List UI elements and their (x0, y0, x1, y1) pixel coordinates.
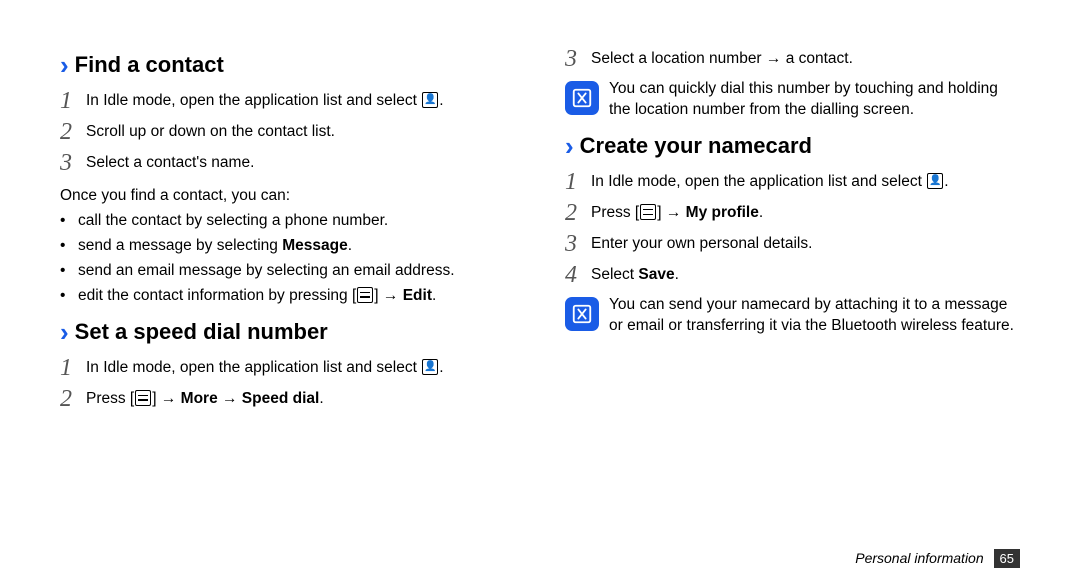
paragraph: Once you find a contact, you can: (60, 187, 515, 205)
bullet-dot: • (60, 211, 78, 232)
bullet-item: • edit the contact information by pressi… (60, 286, 515, 307)
heading-title: Find a contact (75, 52, 224, 78)
step-number: 4 (565, 262, 591, 287)
note-text: You can send your namecard by attaching … (609, 295, 1020, 337)
step-item: 2 Press [] → My profile. (565, 200, 1020, 225)
step-number: 2 (60, 119, 86, 144)
chevron-icon: › (60, 319, 69, 345)
heading-speed-dial: › Set a speed dial number (60, 319, 515, 345)
step-item: 4 Select Save. (565, 262, 1020, 287)
bullet-dot: • (60, 261, 78, 282)
right-column: 3 Select a location number → a contact. … (565, 40, 1020, 417)
step-item: 2 Scroll up or down on the contact list. (60, 119, 515, 144)
bullet-dot: • (60, 236, 78, 257)
bullet-item: • send a message by selecting Message. (60, 236, 515, 257)
step-text: Select a location number → a contact. (591, 46, 1020, 70)
heading-title: Create your namecard (580, 133, 812, 159)
step-text: Enter your own personal details. (591, 231, 1020, 255)
contacts-icon: 👤 (422, 92, 438, 108)
bullet-text: edit the contact information by pressing… (78, 286, 436, 307)
step-item: 3 Enter your own personal details. (565, 231, 1020, 256)
footer-label: Personal information (855, 550, 983, 566)
bullet-item: • send an email message by selecting an … (60, 261, 515, 282)
note-block: You can send your namecard by attaching … (565, 295, 1020, 337)
bullet-text: call the contact by selecting a phone nu… (78, 211, 388, 232)
step-item: 1 In Idle mode, open the application lis… (565, 169, 1020, 194)
step-number: 2 (565, 200, 591, 225)
contacts-icon: 👤 (927, 173, 943, 189)
heading-namecard: › Create your namecard (565, 133, 1020, 159)
menu-icon (640, 204, 656, 220)
note-icon (565, 81, 599, 115)
step-text: In Idle mode, open the application list … (591, 169, 1020, 193)
step-number: 3 (565, 231, 591, 256)
step-text: In Idle mode, open the application list … (86, 355, 515, 379)
step-item: 3 Select a location number → a contact. (565, 46, 1020, 71)
step-item: 2 Press [] → More → Speed dial. (60, 386, 515, 411)
step-text: In Idle mode, open the application list … (86, 88, 515, 112)
step-number: 3 (565, 46, 591, 71)
step-number: 3 (60, 150, 86, 175)
step-text: Scroll up or down on the contact list. (86, 119, 515, 143)
bullet-text: send an email message by selecting an em… (78, 261, 455, 282)
step-text: Select a contact's name. (86, 150, 515, 174)
chevron-icon: › (60, 52, 69, 78)
menu-icon (357, 287, 373, 303)
note-block: You can quickly dial this number by touc… (565, 79, 1020, 121)
page-footer: Personal information 65 (855, 549, 1020, 568)
page-number: 65 (994, 549, 1020, 568)
step-number: 1 (565, 169, 591, 194)
step-item: 1 In Idle mode, open the application lis… (60, 88, 515, 113)
chevron-icon: › (565, 133, 574, 159)
step-number: 2 (60, 386, 86, 411)
bullet-dot: • (60, 286, 78, 307)
bullet-text: send a message by selecting Message. (78, 236, 352, 257)
menu-icon (135, 390, 151, 406)
step-text: Select Save. (591, 262, 1020, 286)
step-item: 1 In Idle mode, open the application lis… (60, 355, 515, 380)
note-icon (565, 297, 599, 331)
heading-find-contact: › Find a contact (60, 52, 515, 78)
step-text: Press [] → My profile. (591, 200, 1020, 224)
note-text: You can quickly dial this number by touc… (609, 79, 1020, 121)
step-number: 1 (60, 88, 86, 113)
step-text: Press [] → More → Speed dial. (86, 386, 515, 410)
bullet-item: • call the contact by selecting a phone … (60, 211, 515, 232)
heading-title: Set a speed dial number (75, 319, 328, 345)
step-item: 3 Select a contact's name. (60, 150, 515, 175)
step-number: 1 (60, 355, 86, 380)
left-column: › Find a contact 1 In Idle mode, open th… (60, 40, 515, 417)
contacts-icon: 👤 (422, 359, 438, 375)
